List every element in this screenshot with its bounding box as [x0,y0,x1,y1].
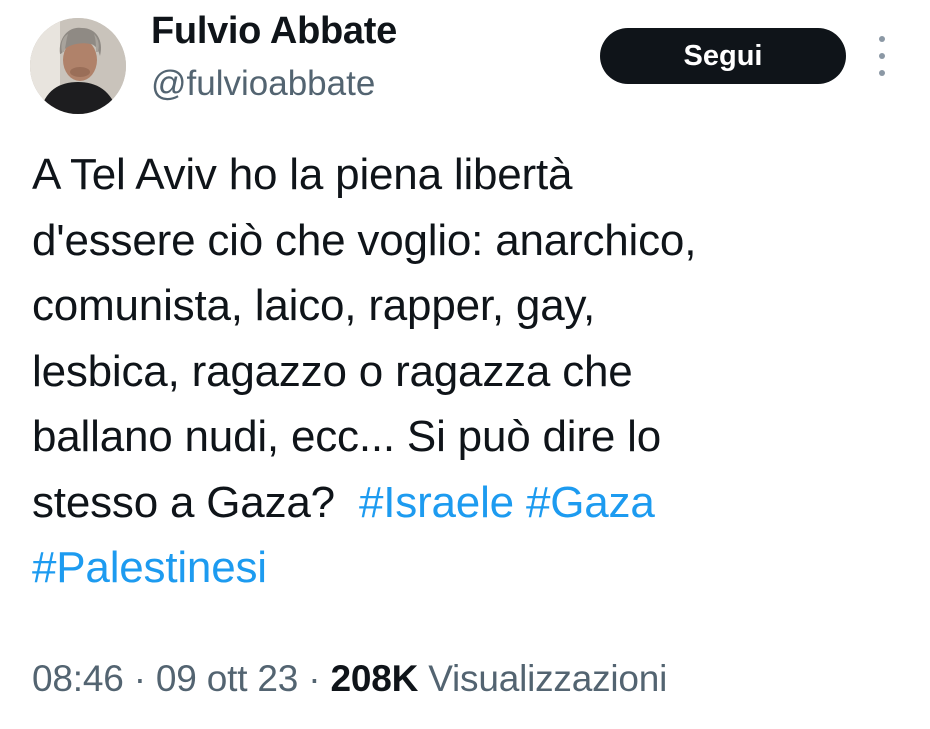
tweet-line: ballano nudi, ecc... Si può dire lo [32,412,661,461]
tweet-text: A Tel Aviv ho la piena libertà d'essere … [32,142,902,601]
views-label: Visualizzazioni [428,658,668,699]
tweet-date[interactable]: 09 ott 23 [156,658,298,699]
tweet-line: comunista, laico, rapper, gay, [32,281,596,330]
tweet-meta: 08:46 · 09 ott 23 · 208K Visualizzazioni [32,658,667,700]
avatar[interactable] [30,18,126,114]
tweet-line-with-hashtags: stesso a Gaza? #Israele #Gaza [32,470,902,536]
tweet-line: A Tel Aviv ho la piena libertà [32,150,573,199]
avatar-photo-icon [30,18,126,114]
tweet-line: d'essere ciò che voglio: anarchico, [32,215,697,265]
display-name[interactable]: Fulvio Abbate [151,10,397,53]
meta-separator: · [308,658,321,699]
more-dot [879,70,885,76]
tweet-line: stesso a Gaza? [32,477,347,527]
tweet-time[interactable]: 08:46 [32,658,124,699]
views-count: 208K [330,658,419,699]
meta-separator: · [133,658,146,699]
tweet-line-hashtags: #Palestinesi [32,535,902,601]
more-dot [879,36,885,42]
tweet-card: Fulvio Abbate @fulvioabbate Segui A Tel … [0,0,930,729]
hashtag-link-gaza[interactable]: #Gaza [526,478,655,527]
hashtag-link-israele[interactable]: #Israele [359,478,514,527]
follow-button[interactable]: Segui [600,28,846,84]
tweet-line: lesbica, ragazzo o ragazza che [32,346,633,396]
user-handle[interactable]: @fulvioabbate [151,64,375,104]
more-vertical-icon[interactable] [870,36,894,76]
hashtag-link-palestinesi[interactable]: #Palestinesi [32,543,267,592]
more-dot [879,53,885,59]
